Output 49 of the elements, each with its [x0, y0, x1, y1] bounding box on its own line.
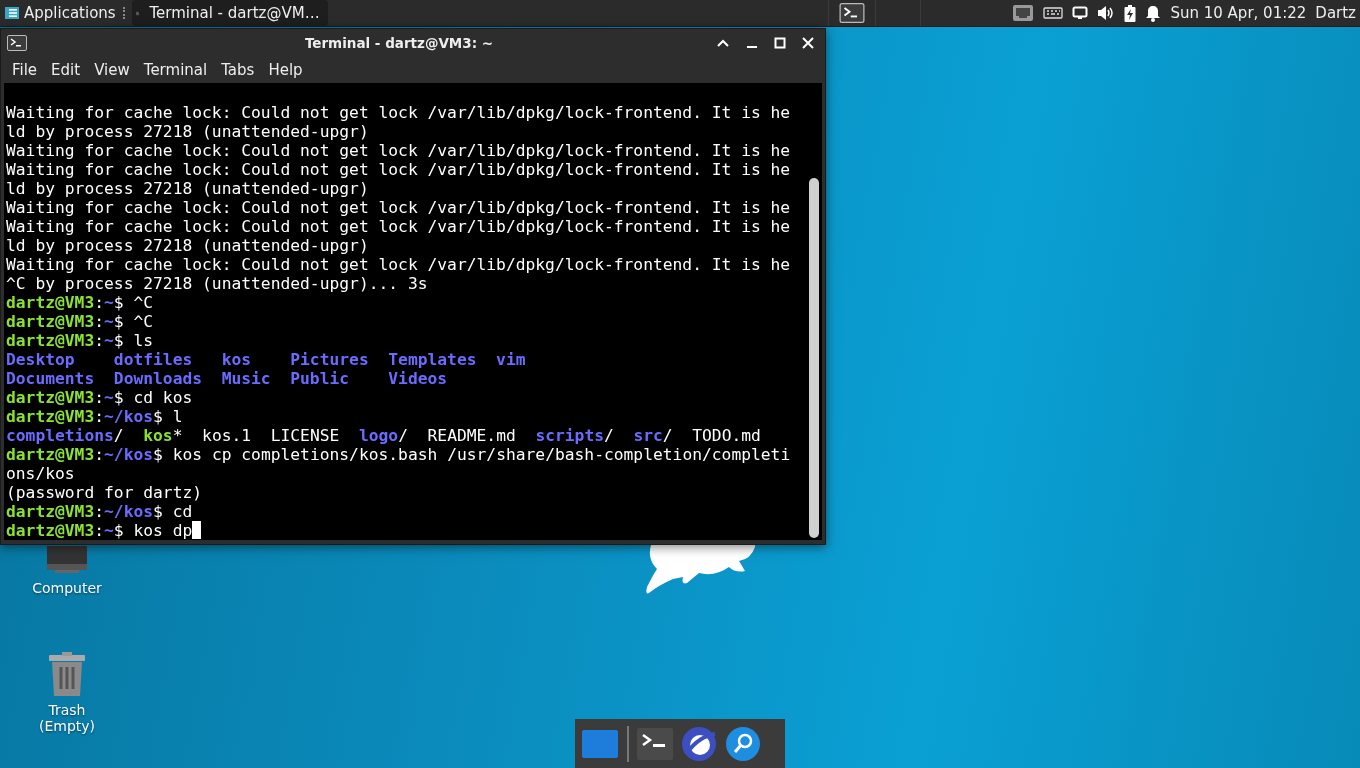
terminal-line: dartz@VM3:~/kos$ cd: [6, 502, 194, 521]
terminal-line: completions/ kos* kos.1 LICENSE logo/ README.md scripts/ src/ TODO.md: [6, 426, 762, 445]
scrollbar-thumb[interactable]: [809, 178, 819, 538]
terminal-line: ^C by process 27218 (unattended-upgr)... 3s: [6, 274, 429, 293]
terminal-line: Waiting for cache lock: Could not get lock /var/lib/dpkg/lock-frontend. It is he: [6, 103, 792, 122]
terminal-line: Documents Downloads Music Public Videos: [6, 369, 449, 388]
taskbar-window-button[interactable]: Terminal - dartz@VM…: [131, 0, 328, 26]
terminal-line: ld by process 27218 (unattended-upgr): [6, 122, 370, 141]
trash-icon[interactable]: [48, 652, 86, 696]
search-icon[interactable]: [725, 725, 761, 762]
terminal-line: dartz@VM3:~/kos$ l: [6, 407, 184, 426]
menu-item[interactable]: File: [5, 60, 45, 79]
computer-icon[interactable]: [45, 546, 89, 574]
terminal-line: dartz@VM3:~$ kos dp: [6, 521, 806, 540]
terminal-line: dartz@VM3:~/kos$ kos cp completions/kos.bash /usr/share/bash-completion/completi: [6, 445, 792, 464]
keyboard-icon[interactable]: [1043, 6, 1064, 20]
network-icon[interactable]: [1012, 4, 1035, 22]
menu-item[interactable]: View: [87, 60, 137, 79]
terminal-line: dartz@VM3:~$ cd kos: [6, 388, 194, 407]
terminal-line: Waiting for cache lock: Could not get lock /var/lib/dpkg/lock-frontend. It is he: [6, 160, 792, 179]
terminal-line: Waiting for cache lock: Could not get lock /var/lib/dpkg/lock-frontend. It is he: [6, 217, 792, 236]
window-title: Terminal - dartz@VM3: ~: [303, 34, 495, 51]
terminal-line: Waiting for cache lock: Could not get lock /var/lib/dpkg/lock-frontend. It is he: [6, 255, 792, 274]
terminal-line: Waiting for cache lock: Could not get lock /var/lib/dpkg/lock-frontend. It is he: [6, 198, 792, 217]
battery-icon[interactable]: [1124, 4, 1137, 22]
desktop-icon-label[interactable]: Computer: [32, 580, 102, 596]
terminal-line: ons/kos: [6, 464, 76, 483]
terminal-line: ld by process 27218 (unattended-upgr): [6, 179, 370, 198]
applications-menu[interactable]: Applications: [0, 0, 120, 26]
menu-item[interactable]: Edit: [44, 60, 88, 79]
terminal-line: Waiting for cache lock: Could not get lock /var/lib/dpkg/lock-frontend. It is he: [6, 141, 792, 160]
globe-icon[interactable]: [681, 725, 717, 762]
menu-item[interactable]: Tabs: [214, 60, 262, 79]
menu-icon: [4, 5, 20, 21]
terminal-line: ld by process 27218 (unattended-upgr): [6, 236, 370, 255]
menu-item[interactable]: Help: [261, 60, 310, 79]
display-icon[interactable]: [1072, 6, 1089, 20]
terminal-line: Desktop dotfiles kos Pictures Templates vim: [6, 350, 527, 369]
desktop-icon-label[interactable]: Trash (Empty): [32, 702, 102, 734]
terminal-line: dartz@VM3:~$ ^C: [6, 312, 155, 331]
show-desktop-icon[interactable]: [581, 727, 619, 760]
terminal-line: dartz@VM3:~$ ls: [6, 331, 155, 350]
menu-item[interactable]: Terminal: [136, 60, 215, 79]
terminal-line: (password for dartz): [6, 483, 204, 502]
terminal-line: dartz@VM3:~$ ^C: [6, 293, 155, 312]
notification-bell-icon[interactable]: [1145, 4, 1162, 22]
panel-clock[interactable]: Sun 10 Apr, 01:22: [1170, 4, 1307, 22]
user-menu[interactable]: Dartz: [1315, 4, 1356, 22]
volume-icon[interactable]: [1097, 5, 1116, 21]
